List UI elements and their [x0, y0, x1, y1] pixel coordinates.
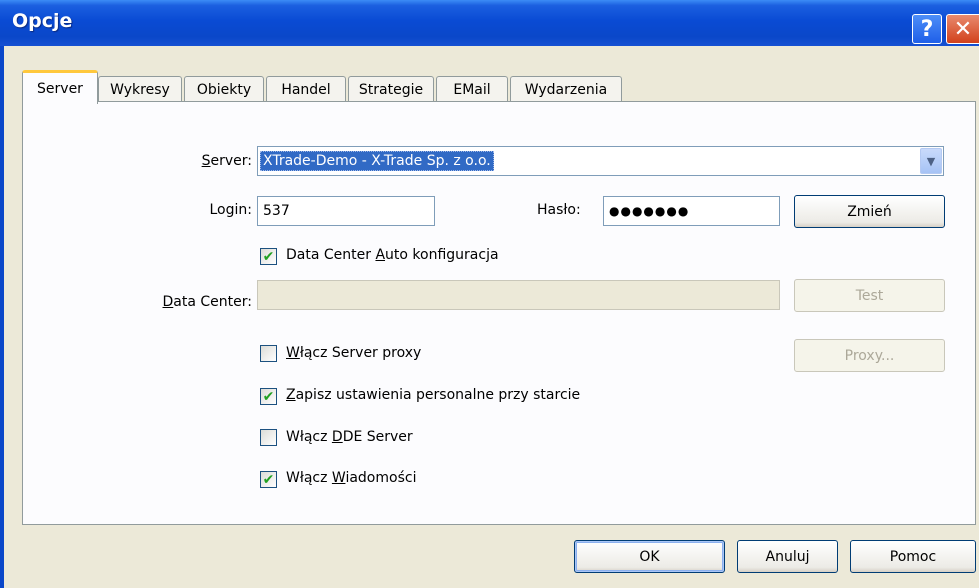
tab-obiekty[interactable]: Obiekty [184, 76, 264, 102]
help-button[interactable]: Pomoc [850, 540, 976, 573]
tab-wykresy[interactable]: Wykresy [98, 76, 182, 102]
data-center-auto-checkbox[interactable]: ✔ [260, 248, 277, 265]
cancel-button[interactable]: Anuluj [737, 540, 838, 573]
tab-email[interactable]: EMail [436, 76, 508, 102]
data-center-auto-label: Data Center Auto konfiguracja [286, 247, 499, 263]
change-password-button[interactable]: Zmień [794, 195, 945, 228]
close-icon[interactable]: ✕ [946, 14, 979, 44]
data-center-label: Data Center: [162, 294, 252, 310]
save-personal-label: Zapisz ustawienia personalne przy starci… [286, 387, 581, 403]
test-button[interactable]: Test [794, 279, 945, 312]
dde-server-label: Włącz DDE Server [286, 429, 413, 445]
login-label: Login: [209, 202, 253, 218]
tab-handel[interactable]: Handel [266, 76, 346, 102]
news-checkbox[interactable]: ✔ [260, 471, 277, 488]
tab-strategie[interactable]: Strategie [348, 76, 434, 102]
tab-panel-server: Server: XTrade-Demo - X-Trade Sp. z o.o.… [22, 101, 976, 525]
server-value: XTrade-Demo - X-Trade Sp. z o.o. [260, 151, 494, 171]
window-title: Opcje [12, 10, 73, 32]
proxy-button[interactable]: Proxy... [794, 339, 945, 372]
ok-button[interactable]: OK [574, 540, 725, 573]
proxy-checkbox[interactable] [260, 345, 277, 362]
chevron-down-icon[interactable]: ▼ [920, 148, 942, 174]
help-icon[interactable]: ? [912, 14, 942, 44]
save-personal-checkbox[interactable]: ✔ [260, 388, 277, 405]
tab-wydarzenia[interactable]: Wydarzenia [510, 76, 622, 102]
dde-server-checkbox[interactable] [260, 429, 277, 446]
window-frame [0, 46, 4, 588]
title-bar: Opcje ? ✕ [0, 0, 979, 46]
login-field[interactable]: 537 [257, 196, 435, 226]
password-field[interactable]: ●●●●●●● [603, 196, 780, 226]
data-center-field[interactable] [257, 280, 780, 310]
news-label: Włącz Wiadomości [286, 470, 417, 486]
server-select[interactable]: XTrade-Demo - X-Trade Sp. z o.o. ▼ [257, 146, 944, 176]
proxy-checkbox-label: Włącz Server proxy [286, 345, 422, 361]
password-label: Hasło: [537, 202, 581, 218]
tab-server[interactable]: Server [22, 70, 98, 104]
server-label: Server: [201, 153, 252, 169]
